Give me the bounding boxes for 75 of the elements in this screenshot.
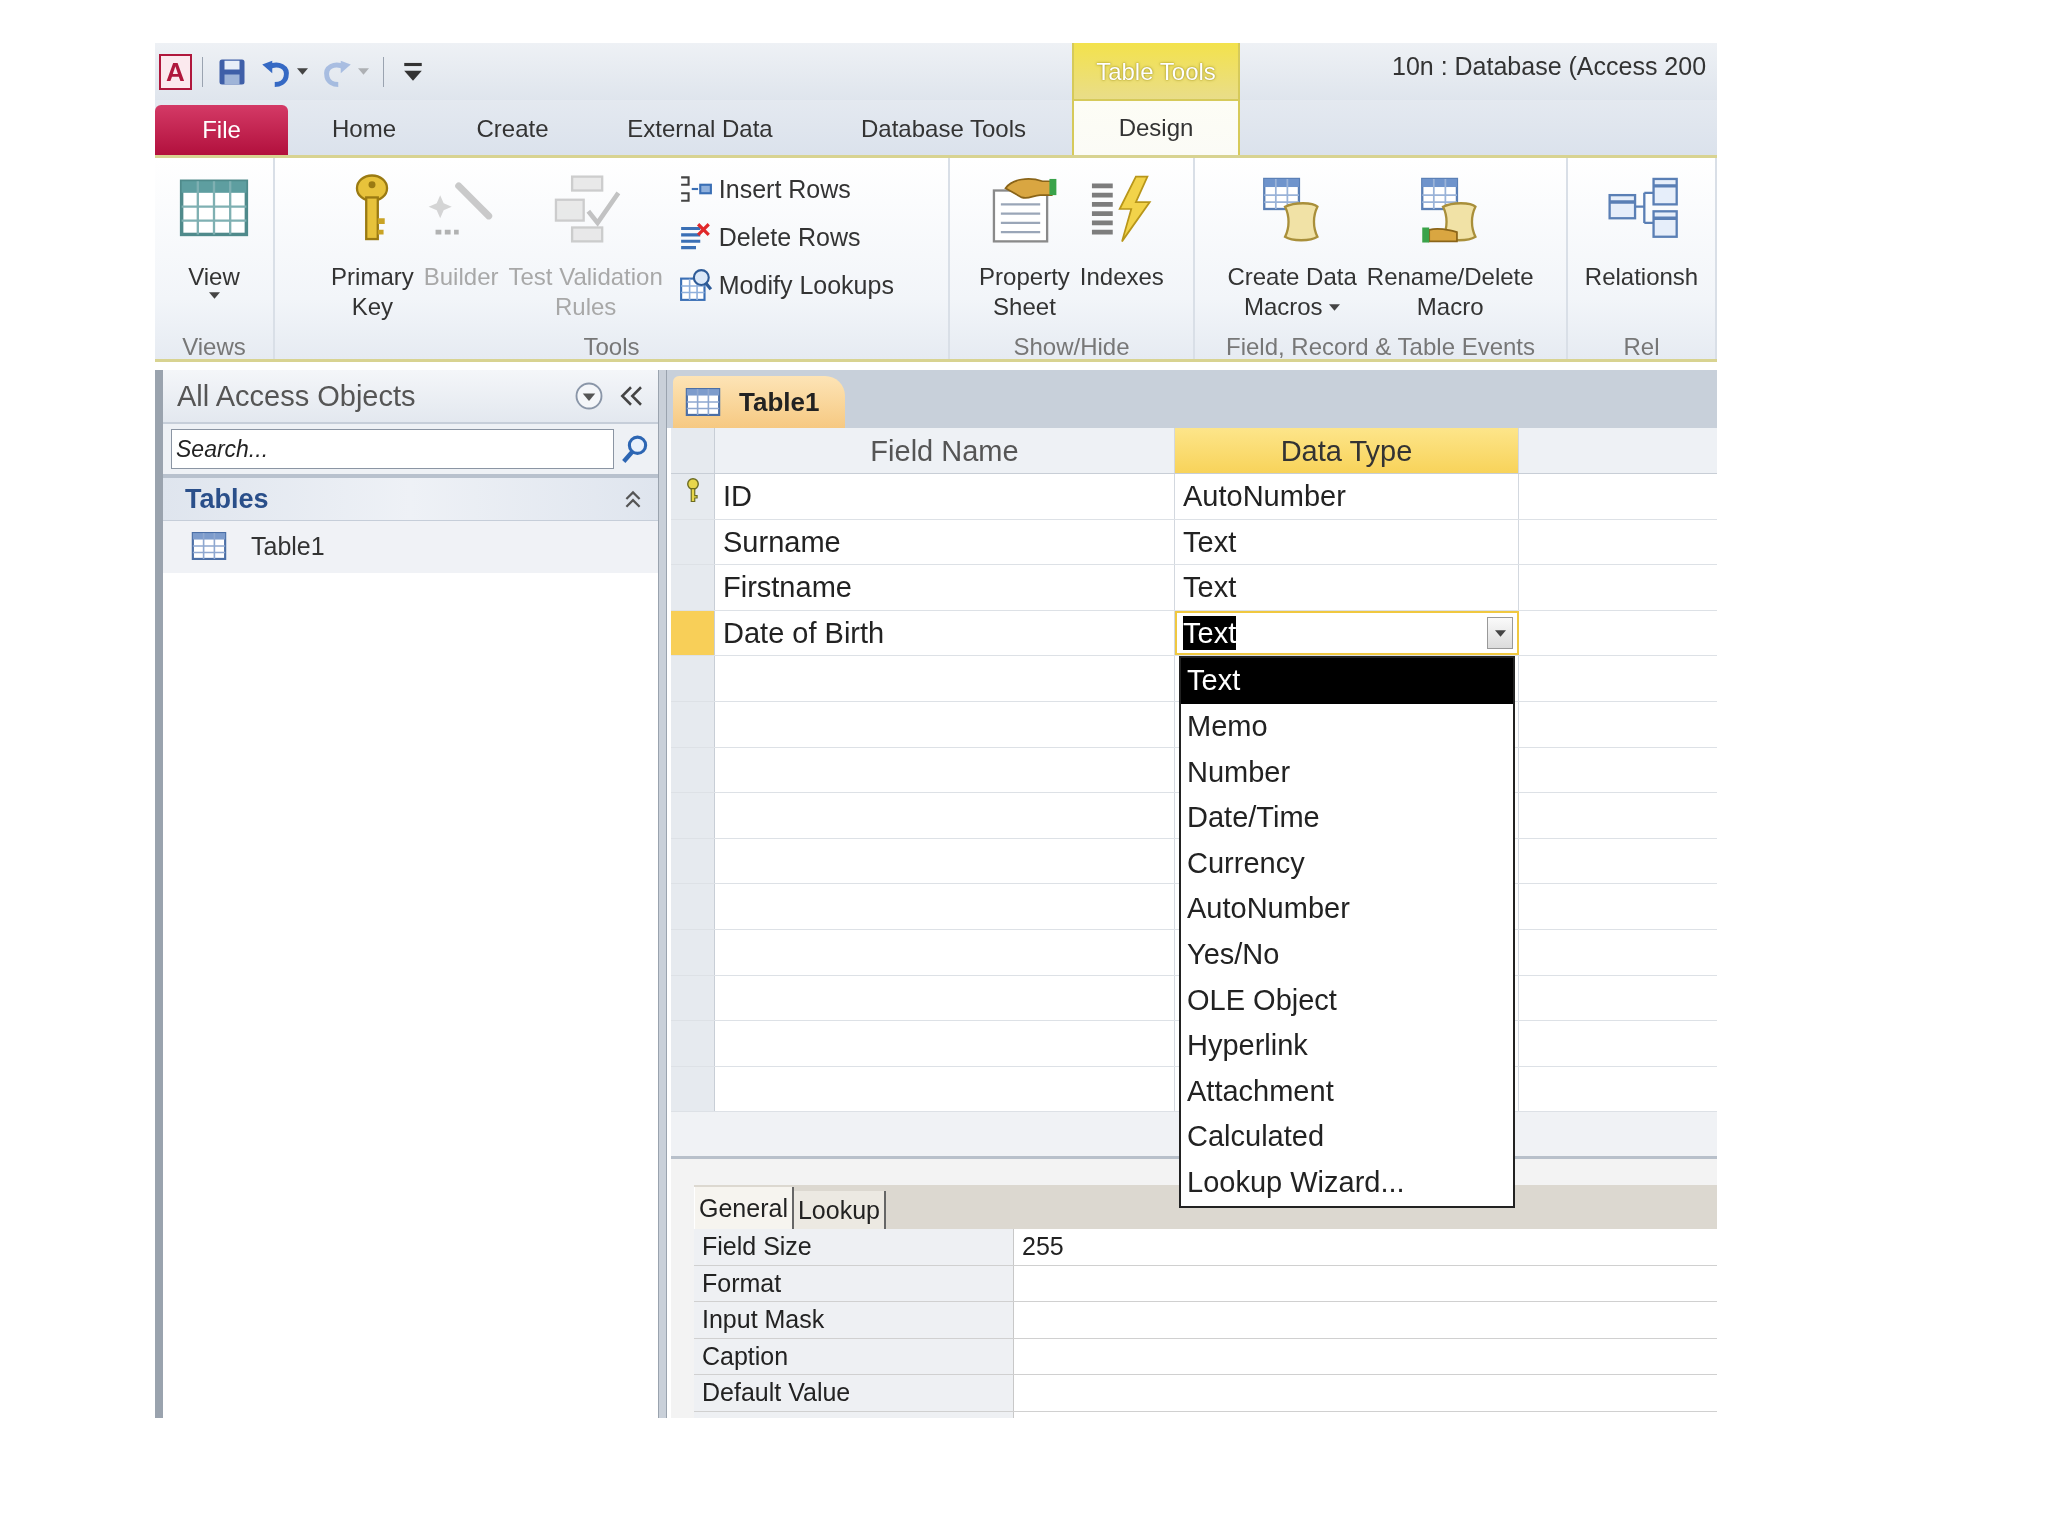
chevron-down-circle-icon[interactable]	[574, 381, 604, 411]
dropdown-option[interactable]: AutoNumber	[1181, 886, 1513, 932]
table-cell[interactable]: ID	[715, 474, 1175, 519]
app-logo[interactable]: A	[159, 53, 192, 90]
ribbon-tab[interactable]: Design	[1072, 99, 1240, 155]
dropdown-option[interactable]: OLE Object	[1181, 977, 1513, 1024]
property-label: Default Value	[694, 1375, 1014, 1411]
search-field[interactable]: Search...	[171, 429, 614, 469]
ribbon-tab[interactable]: Database Tools	[815, 103, 1072, 155]
pane-splitter[interactable]	[658, 370, 666, 1418]
ribbon-button[interactable]: Indexes	[1075, 168, 1168, 296]
dropdown-caret-icon	[208, 292, 220, 299]
data-type-field[interactable]: Text	[1175, 610, 1519, 656]
pane-title: All Access Objects	[177, 379, 417, 413]
dropdown-option[interactable]: Yes/No	[1181, 931, 1513, 978]
ribbon-button[interactable]: View	[173, 168, 255, 303]
property-value-field[interactable]	[1014, 1375, 1717, 1411]
row-selector[interactable]	[671, 474, 715, 519]
property-label: Input Mask	[694, 1302, 1014, 1338]
dropdown-option[interactable]: Text	[1181, 658, 1513, 704]
group-label: Tools	[582, 332, 641, 362]
ribbon-tab[interactable]: Home	[288, 103, 440, 155]
dropdown-option[interactable]: Currency	[1181, 840, 1513, 887]
property-label: Field Size	[694, 1229, 1014, 1265]
table-cell[interactable]: Text	[1175, 519, 1519, 565]
property-label: Caption	[694, 1338, 1014, 1375]
caret-icon	[1494, 629, 1506, 637]
table-magnifier-icon	[678, 268, 713, 302]
dropdown-option[interactable]: Hyperlink	[1181, 1023, 1513, 1069]
ribbon-button[interactable]: Primary Key	[327, 168, 418, 326]
dropdown-caret-icon	[1329, 303, 1341, 311]
dropdown-button[interactable]	[1487, 617, 1513, 650]
ribbon-button[interactable]: Create Data Macros	[1223, 168, 1361, 326]
property-tab[interactable]: General	[694, 1187, 794, 1230]
table-cell[interactable]: Firstname	[715, 565, 1175, 610]
table-icon	[191, 532, 227, 560]
property-value-field[interactable]	[1014, 1338, 1717, 1375]
group-header[interactable]: Tables	[163, 478, 658, 521]
property-value[interactable]: 255	[1014, 1229, 1717, 1265]
column-header: Data Type	[1175, 428, 1519, 473]
nav-item[interactable]: Table1	[251, 531, 325, 561]
group-label: Field, Record & Table Events	[1224, 332, 1536, 362]
group-label: Views	[181, 332, 247, 362]
dropdown-option[interactable]: Number	[1181, 749, 1513, 796]
ribbon-button[interactable]: Rename/Delete Macro	[1362, 168, 1538, 326]
ribbon-button[interactable]: Delete Rows	[676, 216, 896, 258]
ribbon-tab[interactable]: External Data	[585, 103, 815, 155]
dropdown-option[interactable]: Date/Time	[1181, 795, 1513, 841]
group-label: Rel	[1622, 332, 1661, 362]
ribbon-tab[interactable]: Create	[440, 103, 585, 155]
table-cell[interactable]: Text	[1175, 565, 1519, 610]
caret-icon	[357, 68, 369, 75]
table-cell[interactable]: Date of Birth	[715, 610, 1175, 656]
group-label: Show/Hide	[1012, 332, 1131, 362]
table-icon	[685, 388, 721, 416]
dropdown-option[interactable]: Lookup Wizard...	[1181, 1159, 1513, 1206]
ribbon-button[interactable]: Insert Rows	[676, 168, 896, 210]
table-cell[interactable]: AutoNumber	[1175, 474, 1519, 519]
file-menu-button[interactable]: File	[155, 105, 288, 155]
dropdown-option[interactable]: Attachment	[1181, 1068, 1513, 1115]
context-tab-header: Table Tools	[1072, 43, 1240, 100]
table-cell[interactable]: Surname	[715, 519, 1175, 565]
caret-icon	[296, 68, 308, 75]
ribbon-button[interactable]: Modify Lookups	[676, 264, 896, 306]
ribbon-button[interactable]: Property Sheet	[975, 168, 1074, 326]
property-label: Format	[694, 1265, 1014, 1302]
key-icon	[685, 478, 700, 504]
document-tab[interactable]: Table1	[673, 376, 846, 428]
ribbon-button[interactable]: Relationsh	[1580, 168, 1703, 296]
property-value-field[interactable]	[1014, 1302, 1717, 1338]
search-icon[interactable]	[620, 434, 650, 464]
dropdown-option[interactable]: Memo	[1181, 704, 1513, 750]
property-value-field[interactable]	[1014, 1265, 1717, 1302]
window-title: 10n : Database (Access 200	[1391, 51, 1707, 82]
property-tab[interactable]: Lookup	[793, 1191, 886, 1230]
